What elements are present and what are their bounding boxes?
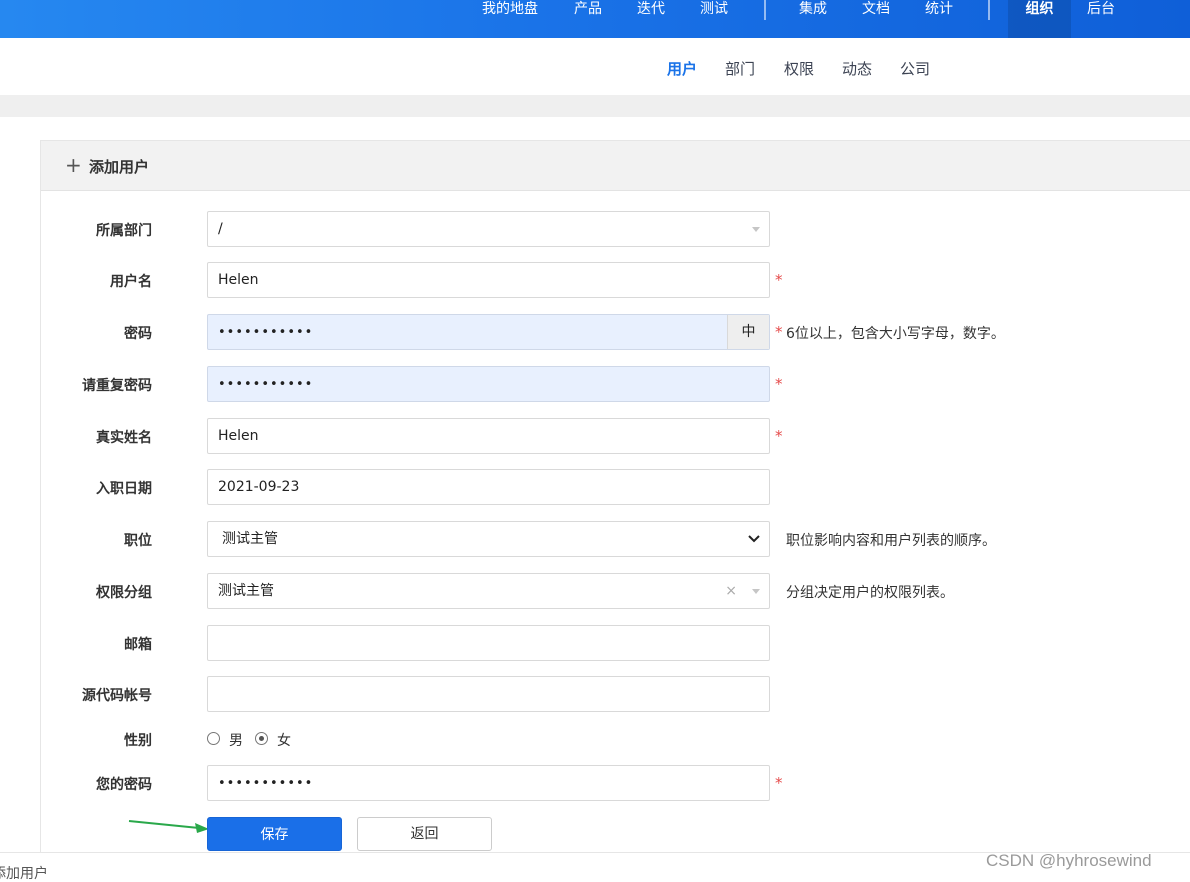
password-input[interactable]: ••••••••••• 中 (207, 314, 770, 350)
nav-item-my[interactable]: 我的地盘 (482, 0, 538, 38)
password-strength-addon: 中 (727, 315, 769, 349)
password-repeat-value: ••••••••••• (218, 377, 314, 392)
caret-down-icon (752, 589, 760, 594)
section-divider (0, 95, 1190, 117)
group-label: 权限分组 (96, 585, 152, 601)
realname-label: 真实姓名 (96, 430, 152, 446)
nav-item-qa[interactable]: 测试 (700, 0, 728, 38)
group-hint: 分组决定用户的权限列表。 (786, 585, 954, 601)
commiter-label: 源代码帐号 (82, 688, 152, 704)
top-navbar: 我的地盘 产品 迭代 测试 集成 文档 统计 组织 后台 (0, 0, 1190, 38)
required-mark: * (775, 427, 783, 445)
dept-value: / (218, 221, 223, 237)
nav-divider (764, 0, 766, 20)
join-date-label: 入职日期 (96, 481, 152, 497)
dept-select[interactable]: / (207, 211, 770, 247)
group-value: 测试主管 (218, 583, 274, 599)
required-mark: * (775, 375, 783, 393)
nav-item-admin[interactable]: 后台 (1087, 0, 1115, 38)
plus-icon: + (65, 153, 82, 177)
gender-label: 性别 (124, 733, 152, 749)
password-repeat-input[interactable]: ••••••••••• (207, 366, 770, 402)
clear-icon[interactable]: × (725, 574, 737, 608)
role-hint: 职位影响内容和用户列表的顺序。 (786, 533, 996, 549)
subnav-item-dynamic[interactable]: 动态 (842, 58, 872, 79)
subnav-item-user[interactable]: 用户 (667, 58, 697, 79)
required-mark: * (775, 323, 783, 341)
back-button[interactable]: 返回 (357, 817, 492, 851)
email-label: 邮箱 (124, 637, 152, 653)
gender-radio-female[interactable] (255, 732, 268, 745)
password-repeat-label: 请重复密码 (82, 378, 152, 394)
subnav-item-dept[interactable]: 部门 (725, 58, 755, 79)
required-mark: * (775, 774, 783, 792)
join-date-input[interactable]: 2021-09-23 (207, 469, 770, 505)
panel-title: 添加用户 (89, 158, 150, 176)
subnav-item-company[interactable]: 公司 (900, 58, 930, 79)
gender-radio-male[interactable] (207, 732, 220, 745)
realname-input[interactable]: Helen (207, 418, 770, 454)
nav-item-execution[interactable]: 迭代 (637, 0, 665, 38)
required-mark: * (775, 271, 783, 289)
caret-down-icon (752, 227, 760, 232)
chevron-down-icon (748, 535, 760, 543)
arrow-annotation-icon (128, 820, 209, 833)
role-select[interactable]: 测试主管 (207, 521, 770, 557)
verify-password-label: 您的密码 (96, 777, 152, 793)
nav-divider (988, 0, 990, 20)
group-select[interactable]: 测试主管 × (207, 573, 770, 609)
subnav-item-privilege[interactable]: 权限 (784, 58, 814, 79)
password-label: 密码 (124, 326, 152, 342)
role-value: 测试主管 (222, 531, 278, 547)
commiter-input[interactable] (207, 676, 770, 712)
account-label: 用户名 (110, 274, 152, 290)
sub-navbar: 用户 部门 权限 动态 公司 (0, 38, 1190, 95)
role-label: 职位 (124, 533, 152, 549)
nav-item-product[interactable]: 产品 (574, 0, 602, 38)
nav-item-report[interactable]: 统计 (925, 0, 953, 38)
password-value: ••••••••••• (218, 325, 314, 340)
email-input[interactable] (207, 625, 770, 661)
gender-option-male[interactable]: 男 (229, 730, 243, 750)
account-input[interactable]: Helen (207, 262, 770, 298)
verify-password-input[interactable]: ••••••••••• (207, 765, 770, 801)
password-hint: 6位以上，包含大小写字母，数字。 (786, 326, 1005, 342)
panel-header: + 添加用户 (41, 141, 1190, 191)
dept-label: 所属部门 (96, 223, 152, 239)
verify-password-value: ••••••••••• (218, 776, 314, 791)
gender-option-female[interactable]: 女 (277, 730, 291, 750)
nav-item-company[interactable]: 组织 (1008, 0, 1071, 38)
nav-item-doc[interactable]: 文档 (862, 0, 890, 38)
footer-breadcrumb: 添加用户 (0, 866, 48, 882)
nav-item-ci[interactable]: 集成 (799, 0, 827, 38)
save-button[interactable]: 保存 (207, 817, 342, 851)
watermark: CSDN @hyhrosewind (986, 851, 1152, 870)
